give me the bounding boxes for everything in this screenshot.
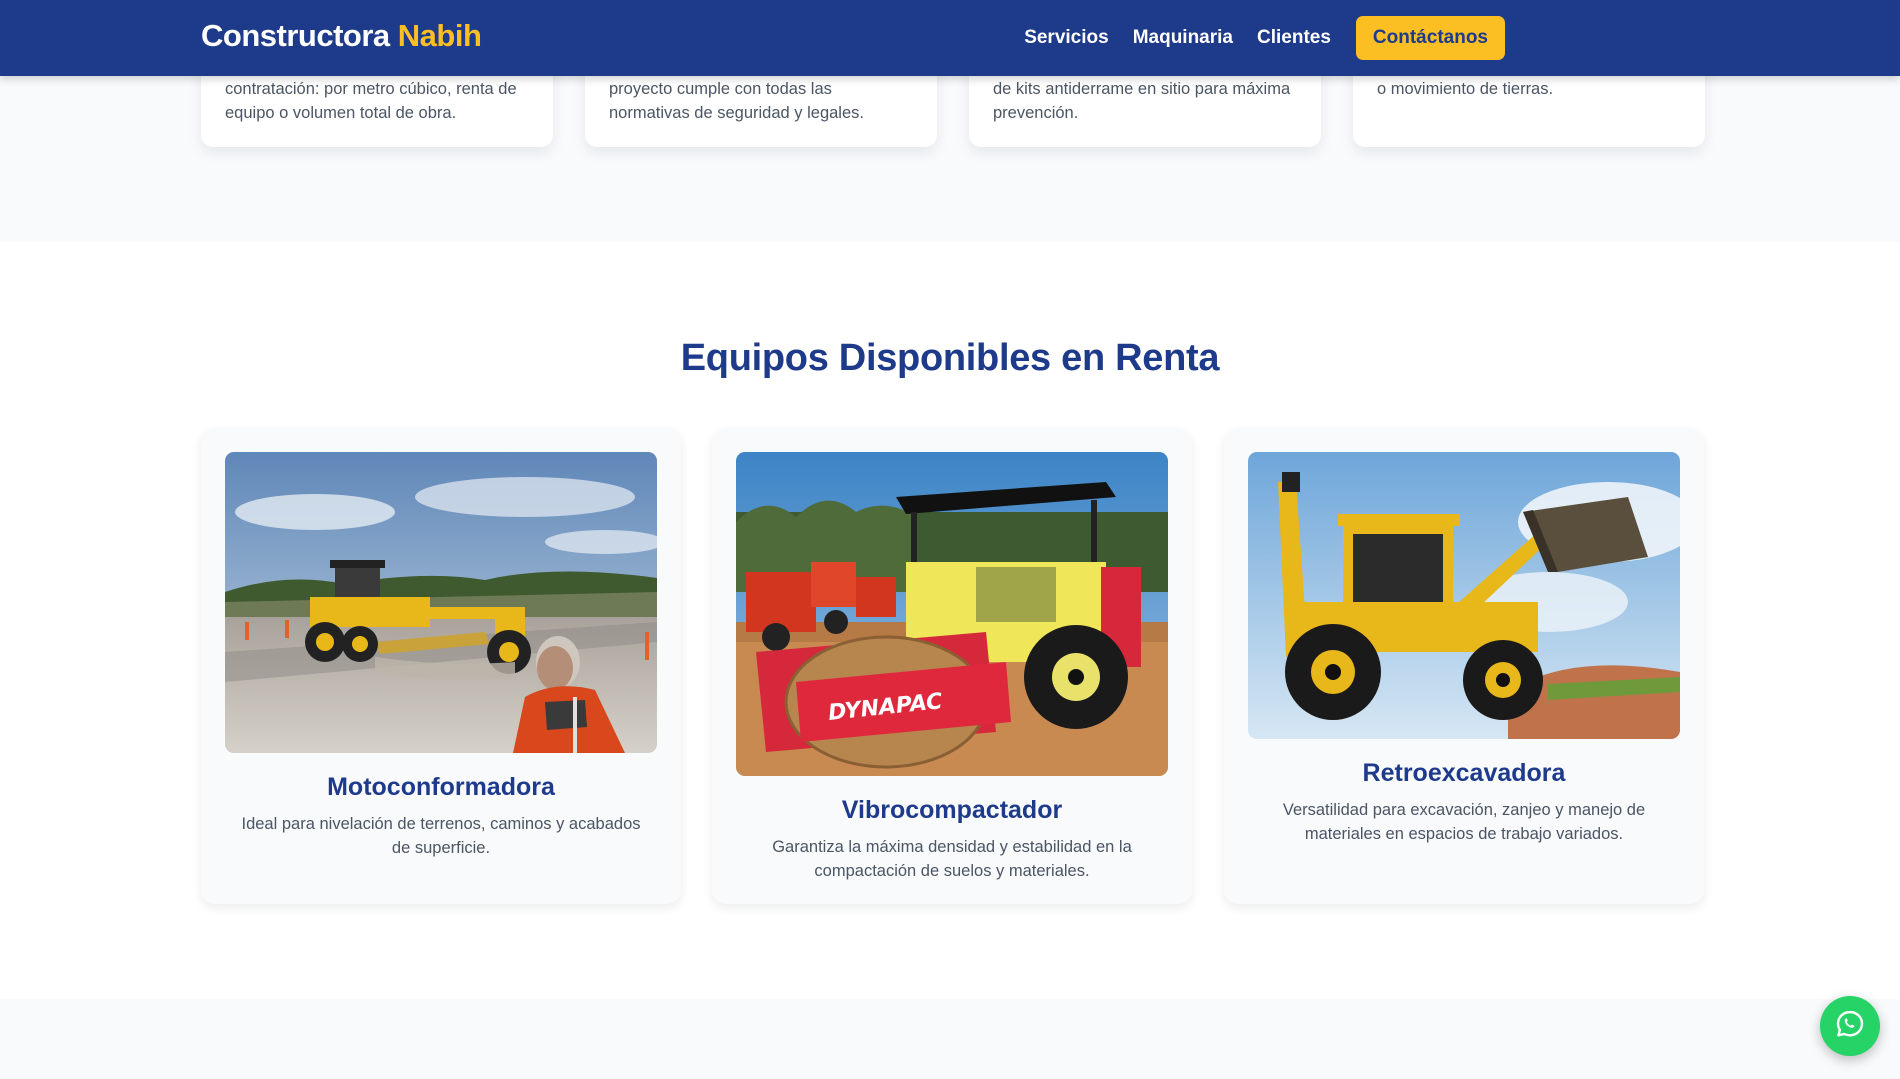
site-logo[interactable]: Constructora Nabih bbox=[201, 18, 482, 54]
service-card-text: o movimiento de tierras. bbox=[1377, 80, 1554, 98]
section-title: Equipos Disponibles en Renta bbox=[680, 337, 1220, 379]
equipment-card-retroexcavadora: Retroexcavadora Versatilidad para excava… bbox=[1224, 428, 1704, 904]
nav-link-clientes[interactable]: Clientes bbox=[1257, 27, 1331, 49]
nav-link-maquinaria[interactable]: Maquinaria bbox=[1133, 27, 1233, 49]
equipment-section: Equipos Disponibles en Renta Motoconform… bbox=[0, 242, 1900, 999]
service-card-text: contratación: por metro cúbico, renta de… bbox=[225, 80, 517, 122]
next-section bbox=[0, 999, 1900, 1079]
motor-grader-image bbox=[225, 452, 657, 753]
equipment-card-motoconformadora: Motoconformadora Ideal para nivelación d… bbox=[201, 428, 681, 904]
equipment-name: Retroexcavadora bbox=[1362, 759, 1566, 787]
whatsapp-icon bbox=[1834, 1008, 1866, 1045]
equipment-card-vibrocompactador: DYNAPAC Vibrocompactador Garantiza la má… bbox=[712, 428, 1192, 904]
contact-button[interactable]: Contáctanos bbox=[1355, 16, 1505, 60]
equipment-name: Motoconformadora bbox=[327, 773, 555, 801]
equipment-description: Garantiza la máxima densidad y estabilid… bbox=[772, 838, 1132, 880]
equipment-description: Ideal para nivelación de terrenos, camin… bbox=[241, 815, 641, 857]
main-nav: Servicios Maquinaria Clientes Contáctano… bbox=[1000, 16, 1505, 60]
navbar: Constructora Nabih Servicios Maquinaria … bbox=[0, 0, 1900, 76]
service-card-text: de kits antiderrame en sitio para máxima… bbox=[993, 80, 1291, 122]
vibratory-roller-image: DYNAPAC bbox=[736, 452, 1168, 776]
backhoe-loader-image bbox=[1248, 452, 1680, 739]
nav-link-servicios[interactable]: Servicios bbox=[1024, 27, 1109, 49]
logo-text-main: Constructora bbox=[201, 18, 390, 53]
logo-text-accent: Nabih bbox=[397, 18, 482, 53]
service-card-text: proyecto cumple con todas las normativas… bbox=[609, 80, 864, 122]
equipment-name: Vibrocompactador bbox=[841, 796, 1063, 824]
whatsapp-button[interactable] bbox=[1820, 996, 1880, 1056]
equipment-description: Versatilidad para excavación, zanjeo y m… bbox=[1282, 801, 1646, 843]
